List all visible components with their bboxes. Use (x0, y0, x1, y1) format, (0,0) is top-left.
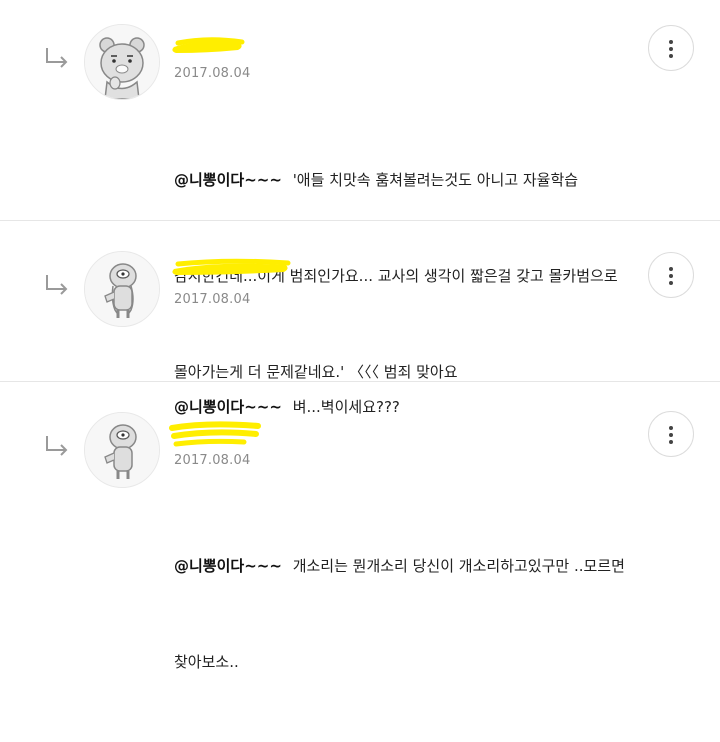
author-name-redacted (172, 37, 245, 53)
reply-arrow-icon (46, 275, 68, 295)
comment-body: @니뽕이다~~~ 개소리는 뭔개소리 당신이 개소리하고있구만 ..모르면 찾아… (174, 486, 634, 742)
reply-arrow-icon (46, 436, 68, 456)
more-dot-icon (669, 40, 673, 44)
comment-text: '애들 치맛속 훔쳐볼려는것도 아니고 자율학습 (292, 171, 579, 189)
avatar[interactable] (84, 412, 160, 488)
avatar[interactable] (84, 24, 160, 100)
more-dot-icon (669, 267, 673, 271)
comment-item: 2017.08.04 @니뽕이다~~~ 개소리는 뭔개소리 당신이 개소리하고있… (0, 382, 720, 671)
ryan-icon (85, 25, 159, 99)
more-dot-icon (669, 426, 673, 430)
comment-text: 찾아보소.. (174, 653, 239, 671)
more-dot-icon (669, 433, 673, 437)
author-name-redacted (172, 258, 291, 275)
author-name-redacted (169, 421, 261, 447)
more-dot-icon (669, 47, 673, 51)
comment-date: 2017.08.04 (174, 453, 251, 468)
character-icon (85, 413, 159, 487)
character-icon (85, 252, 159, 326)
reply-arrow-icon (46, 48, 68, 68)
comment-item: 2017.08.04 @니뽕이다~~~ '애들 치맛속 훔쳐볼려는것도 아니고 … (0, 0, 720, 381)
comment-text: 개소리는 뭔개소리 당신이 개소리하고있구만 ..모르면 (292, 557, 625, 575)
more-dot-icon (669, 281, 673, 285)
comment-item: 2017.08.04 @니뽕이다~~~ 벼...벽이세요??? (0, 221, 720, 416)
mention-link[interactable]: @니뽕이다~~~ (174, 171, 282, 189)
comment-date: 2017.08.04 (174, 292, 251, 307)
more-options-button[interactable] (648, 411, 694, 457)
more-dot-icon (669, 54, 673, 58)
comment-date: 2017.08.04 (174, 66, 251, 81)
avatar[interactable] (84, 251, 160, 327)
more-dot-icon (669, 440, 673, 444)
mention-link[interactable]: @니뽕이다~~~ (174, 557, 282, 575)
more-dot-icon (669, 274, 673, 278)
more-options-button[interactable] (648, 252, 694, 298)
more-options-button[interactable] (648, 25, 694, 71)
